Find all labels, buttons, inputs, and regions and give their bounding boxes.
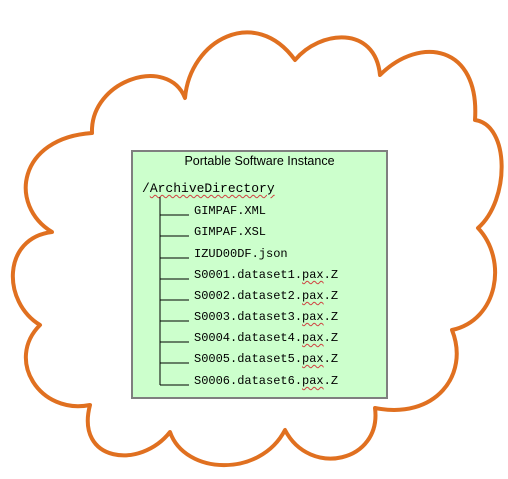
file-name-ext: pax [302, 310, 324, 324]
box-title: Portable Software Instance [184, 154, 335, 168]
file-s0001-dataset1: S0001.dataset1.pax.Z [194, 268, 338, 282]
root-directory-name: ArchiveDirectory [149, 181, 275, 196]
file-s0006-dataset6: S0006.dataset6.pax.Z [194, 374, 338, 388]
file-name-ext: pax [302, 331, 324, 345]
file-name: S0002.dataset2. [194, 289, 303, 303]
root-directory-prefix: / [142, 181, 150, 196]
file-gimpaf-xsl: GIMPAF.XSL [194, 225, 266, 239]
file-name-ext: pax [302, 268, 324, 282]
portable-software-instance-box: Portable Software Instance /ArchiveDirec… [131, 150, 388, 399]
file-name-suffix: .Z [323, 310, 339, 324]
root-directory: /ArchiveDirectory [142, 181, 275, 196]
file-name: GIMPAF.XML [194, 204, 267, 218]
file-name-ext: pax [302, 289, 324, 303]
file-s0004-dataset4: S0004.dataset4.pax.Z [194, 331, 338, 345]
file-name-suffix: .Z [323, 352, 339, 366]
file-name-suffix: .Z [323, 331, 339, 345]
file-s0005-dataset5: S0005.dataset5.pax.Z [194, 352, 338, 366]
file-name: S0005.dataset5. [194, 352, 303, 366]
file-name-suffix: .Z [323, 268, 339, 282]
file-name: S0004.dataset4. [194, 331, 303, 345]
file-izud00df-json: IZUD00DF.json [194, 247, 288, 261]
file-s0003-dataset3: S0003.dataset3.pax.Z [194, 310, 338, 324]
file-name: S0001.dataset1. [194, 268, 303, 282]
file-name-ext: pax [302, 374, 324, 388]
file-name: GIMPAF.XSL [194, 225, 267, 239]
file-name-suffix: .Z [323, 374, 339, 388]
file-name-ext: pax [302, 352, 324, 366]
file-s0002-dataset2: S0002.dataset2.pax.Z [194, 289, 338, 303]
file-name: S0003.dataset3. [194, 310, 303, 324]
file-name-suffix: .Z [323, 289, 339, 303]
file-name: IZUD00DF.json [194, 247, 288, 261]
file-name: S0006.dataset6. [194, 374, 303, 388]
file-gimpaf-xml: GIMPAF.XML [194, 204, 266, 218]
